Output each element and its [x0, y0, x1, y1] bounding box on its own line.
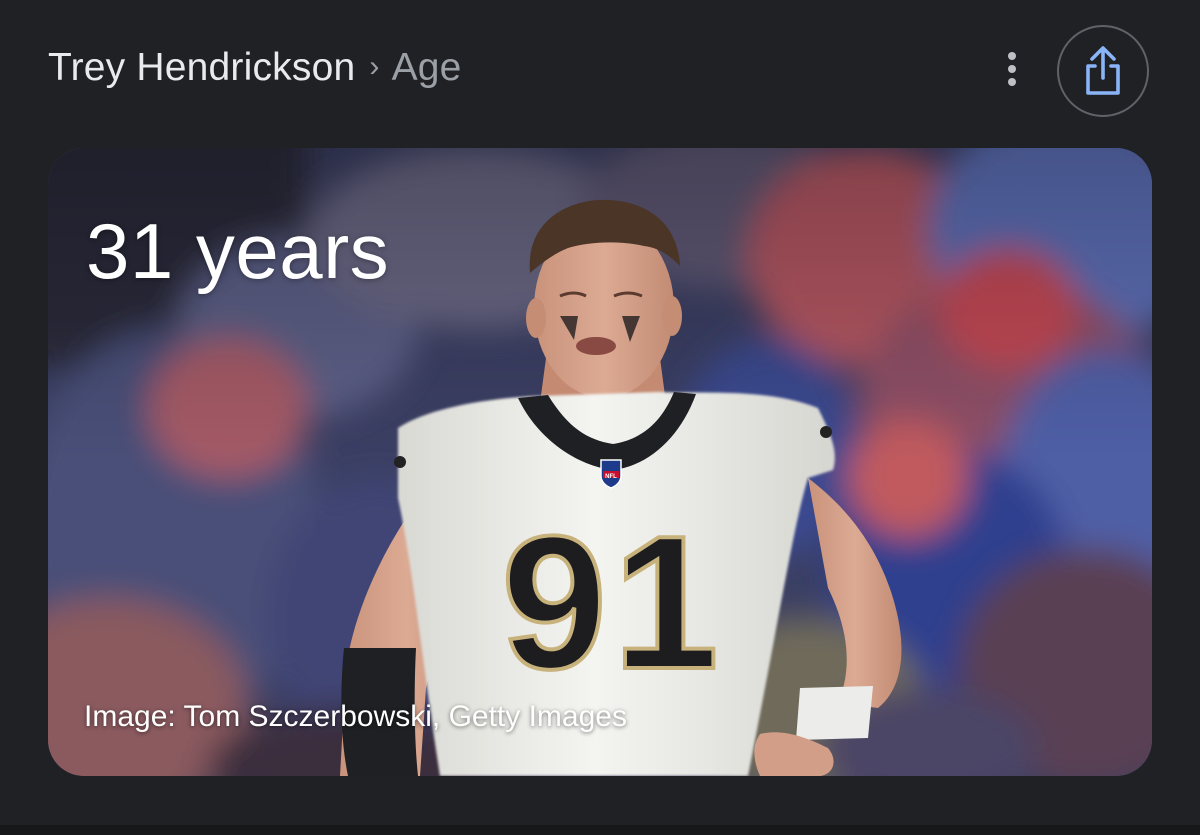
nfl-shield-text: NFL [605, 474, 617, 480]
image-credit: Image: Tom Szczerbowski, Getty Images [84, 700, 627, 733]
age-answer: 31 years [86, 207, 390, 295]
jersey-number: 91 [501, 497, 724, 709]
more-options-button[interactable] [990, 44, 1034, 94]
bottom-divider [0, 825, 1200, 835]
more-vert-icon-dot [1008, 65, 1016, 73]
breadcrumb-attribute: Age [391, 46, 462, 89]
share-icon [1086, 46, 1120, 95]
age-image-card[interactable]: NFL 91 31 years Image: Tom Szczerbowski,… [48, 148, 1152, 776]
share-button[interactable] [1057, 25, 1149, 117]
breadcrumb-separator: › [369, 50, 380, 83]
more-vert-icon [1008, 52, 1016, 60]
knowledge-panel-page: Trey Hendrickson › Age NFL 91 31 years I… [0, 0, 1200, 835]
more-vert-icon-dot [1008, 78, 1016, 86]
breadcrumb-entity[interactable]: Trey Hendrickson [48, 46, 355, 90]
breadcrumb: Trey Hendrickson › Age [48, 44, 462, 92]
